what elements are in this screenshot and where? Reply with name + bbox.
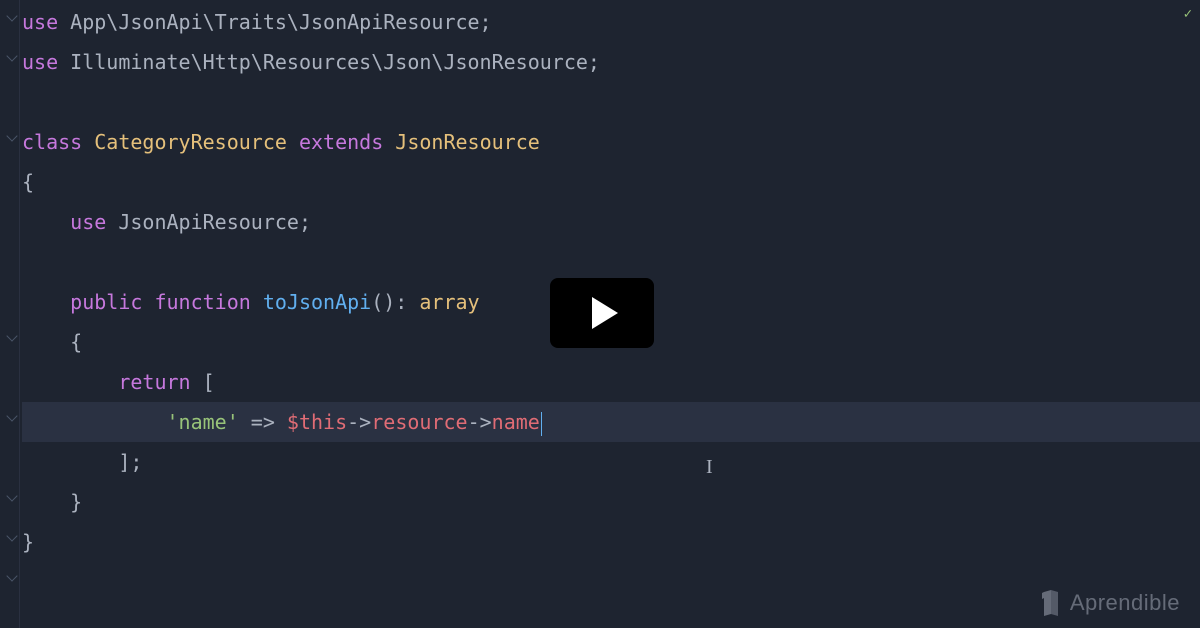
code-line-empty xyxy=(22,82,1200,122)
code-editor: ✓ use App\JsonApi\Traits\JsonApiResource… xyxy=(0,0,1200,628)
logo-icon xyxy=(1040,590,1062,616)
keyword-class: class xyxy=(22,130,82,154)
fold-icon[interactable] xyxy=(6,330,17,341)
code-line: } xyxy=(22,482,1200,522)
play-button[interactable] xyxy=(550,278,654,348)
fold-icon[interactable] xyxy=(6,410,17,421)
code-line: use JsonApiResource; xyxy=(22,202,1200,242)
fat-arrow: => xyxy=(239,410,287,434)
brand-logo: Aprendible xyxy=(1040,590,1180,616)
fold-icon[interactable] xyxy=(6,10,17,21)
string-key: 'name' xyxy=(167,410,239,434)
keyword-extends: extends xyxy=(299,130,383,154)
code-line: { xyxy=(22,162,1200,202)
fold-icon[interactable] xyxy=(6,530,17,541)
parens: (): xyxy=(371,290,419,314)
logo-text: Aprendible xyxy=(1070,590,1180,616)
editor-gutter xyxy=(0,0,20,628)
namespace: Illuminate\Http\Resources\Json\JsonResou… xyxy=(58,50,600,74)
fold-icon[interactable] xyxy=(6,50,17,61)
keyword-use: use xyxy=(22,50,58,74)
brace-open: { xyxy=(70,330,82,354)
fold-icon[interactable] xyxy=(6,570,17,581)
bracket-close: ]; xyxy=(118,450,142,474)
brace-open: { xyxy=(22,170,34,194)
play-icon xyxy=(592,297,618,329)
keyword-use: use xyxy=(70,210,106,234)
property: resource xyxy=(371,410,467,434)
fold-icon[interactable] xyxy=(6,130,17,141)
code-line: return [ xyxy=(22,362,1200,402)
keyword-function: function xyxy=(142,290,262,314)
code-line: ]; xyxy=(22,442,1200,482)
brace-close: } xyxy=(70,490,82,514)
property: name xyxy=(492,410,540,434)
parent-class: JsonResource xyxy=(383,130,540,154)
code-line: use Illuminate\Http\Resources\Json\JsonR… xyxy=(22,42,1200,82)
keyword-return: return xyxy=(118,370,190,394)
brace-close: } xyxy=(22,530,34,554)
this-ref: this xyxy=(299,410,347,434)
return-type: array xyxy=(419,290,479,314)
trait-name: JsonApiResource; xyxy=(106,210,311,234)
code-line-empty xyxy=(22,242,1200,282)
keyword-use: use xyxy=(22,10,58,34)
bracket-open: [ xyxy=(191,370,215,394)
function-name: toJsonApi xyxy=(263,290,371,314)
keyword-public: public xyxy=(70,290,142,314)
code-line: use App\JsonApi\Traits\JsonApiResource; xyxy=(22,2,1200,42)
code-line: } xyxy=(22,522,1200,562)
namespace: App\JsonApi\Traits\JsonApiResource; xyxy=(58,10,491,34)
code-line-active: 'name' => $this->resource->name xyxy=(22,402,1200,442)
mouse-cursor-icon: I xyxy=(706,456,713,479)
text-caret xyxy=(541,412,543,436)
class-name: CategoryResource xyxy=(82,130,299,154)
object-arrow: -> xyxy=(468,410,492,434)
code-line: class CategoryResource extends JsonResou… xyxy=(22,122,1200,162)
object-arrow: -> xyxy=(347,410,371,434)
dollar-sign: $ xyxy=(287,410,299,434)
fold-icon[interactable] xyxy=(6,490,17,501)
